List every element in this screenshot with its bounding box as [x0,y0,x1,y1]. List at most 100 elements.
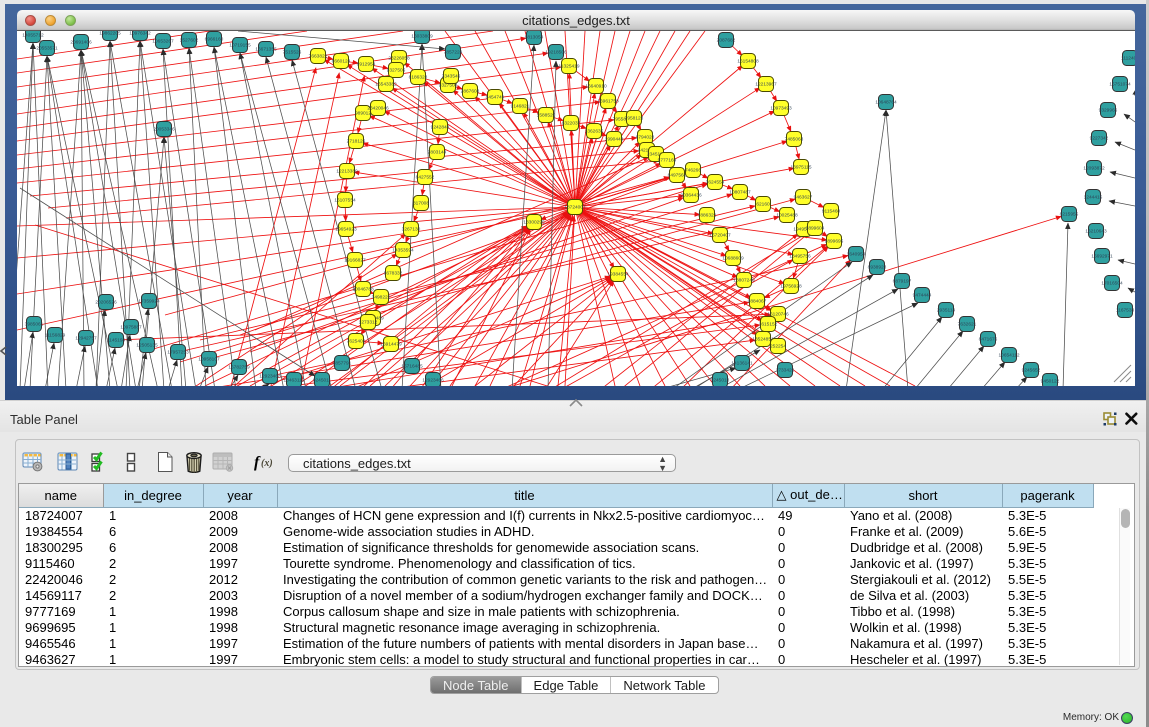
svg-text:10648764: 10648764 [875,100,897,106]
svg-text:2343546: 2343546 [442,74,461,80]
svg-text:3498222: 3498222 [372,295,391,301]
svg-text:16914479: 16914479 [380,342,402,348]
svg-text:12942757: 12942757 [75,336,97,342]
svg-text:17359924: 17359924 [138,299,160,305]
svg-text:16154808: 16154808 [737,59,759,65]
svg-text:746266: 746266 [685,168,701,174]
svg-text:1733426: 1733426 [776,368,795,374]
svg-text:9463627: 9463627 [794,195,813,201]
svg-text:18463112: 18463112 [284,378,305,384]
svg-text:9242848: 9242848 [431,125,450,131]
svg-text:2803144: 2803144 [428,150,447,156]
svg-text:15692971: 15692971 [1091,254,1113,260]
svg-text:9899695: 9899695 [825,239,844,245]
svg-text:8938923: 8938923 [868,265,887,271]
svg-text:1640954: 1640954 [847,252,866,258]
svg-text:8186328: 8186328 [409,75,428,81]
svg-text:7857224: 7857224 [444,50,463,56]
svg-text:23226058: 23226058 [388,56,410,62]
svg-text:16782759: 16782759 [228,365,250,371]
svg-text:7515526: 7515526 [283,50,302,56]
svg-text:62160: 62160 [756,202,770,208]
svg-text:1615152: 1615152 [759,322,778,328]
svg-text:20691406: 20691406 [70,40,92,46]
svg-text:16961758: 16961758 [597,99,619,105]
svg-text:9474444: 9474444 [913,293,932,299]
svg-text:9227342: 9227342 [1090,136,1109,142]
svg-text:16210643: 16210643 [1085,229,1107,235]
svg-text:2935114: 2935114 [937,308,956,314]
svg-text:15716485: 15716485 [401,364,423,370]
svg-text:8912954: 8912954 [357,62,376,68]
svg-text:1244415: 1244415 [1084,195,1103,201]
svg-text:10654112: 10654112 [999,353,1020,359]
svg-text:9899604: 9899604 [806,226,825,232]
svg-text:10973493: 10973493 [770,106,792,112]
svg-text:20553571: 20553571 [36,46,58,52]
svg-text:1588520: 1588520 [537,113,556,119]
svg-text:9115460: 9115460 [822,209,841,215]
svg-text:8454749: 8454749 [486,95,505,101]
svg-text:2718126: 2718126 [347,139,366,145]
svg-text:1990443: 1990443 [605,137,624,143]
svg-text:8215955: 8215955 [1060,212,1079,218]
svg-text:8678332: 8678332 [384,271,403,277]
svg-text:16671355: 16671355 [255,47,277,53]
svg-text:11325419: 11325419 [559,64,580,70]
svg-text:10653267: 10653267 [152,39,174,45]
svg-text:10807487: 10807487 [729,190,751,196]
svg-text:18807249: 18807249 [733,278,755,284]
svg-text:1167533: 1167533 [1116,308,1135,314]
svg-text:9146821: 9146821 [511,104,530,110]
svg-text:3985061: 3985061 [25,322,44,328]
svg-text:6966160: 6966160 [205,37,224,43]
svg-text:12213389: 12213389 [336,169,358,175]
svg-text:7632621: 7632621 [958,322,977,328]
svg-text:8322037: 8322037 [562,121,581,127]
svg-text:12923468: 12923468 [259,374,281,380]
svg-text:1273312: 1273312 [359,320,378,326]
svg-text:18724007: 18724007 [564,205,586,211]
svg-text:19166827: 19166827 [344,258,366,264]
svg-text:10958107: 10958107 [198,357,220,363]
svg-text:10046788: 10046788 [352,287,374,293]
svg-text:9245652: 9245652 [1022,368,1041,374]
svg-text:7958123: 7958123 [625,116,644,122]
svg-text:7663822: 7663822 [309,54,328,60]
svg-text:14136141: 14136141 [731,361,753,367]
svg-text:19654923: 19654923 [335,227,357,233]
svg-text:10719155: 10719155 [229,43,251,49]
svg-text:10025488: 10025488 [776,213,798,219]
svg-text:13975115: 13975115 [791,165,812,171]
svg-text:18300295: 18300295 [523,220,545,226]
svg-text:1362635: 1362635 [585,129,604,135]
svg-text:2087682: 2087682 [717,38,736,44]
svg-text:19862205: 19862205 [99,31,121,37]
svg-text:16107554: 16107554 [334,198,356,204]
svg-text:9245013: 9245013 [711,378,730,384]
svg-text:19756928: 19756928 [780,284,802,290]
svg-text:19384554: 19384554 [607,272,629,278]
svg-text:7625402: 7625402 [347,339,366,345]
svg-text:1112405: 1112405 [1121,56,1135,62]
svg-text:16543382: 16543382 [375,82,397,88]
svg-text:20053346: 20053346 [153,127,175,133]
svg-text:17016504: 17016504 [1101,281,1123,287]
svg-text:20206526: 20206526 [95,300,117,306]
svg-text:16033809: 16033809 [411,34,433,40]
svg-text:12213967: 12213967 [755,82,777,88]
svg-text:12505135: 12505135 [136,343,158,349]
svg-text:817008: 817008 [413,201,429,207]
svg-text:17957253: 17957253 [167,350,189,356]
svg-text:1145194: 1145194 [107,338,126,344]
svg-text:12093872: 12093872 [1083,166,1105,172]
svg-text:1527602: 1527602 [180,38,199,44]
svg-text:3267130: 3267130 [402,227,421,233]
svg-text:11156829: 11156829 [45,333,66,339]
svg-text:(x): (x) [261,458,273,469]
svg-text:9857791: 9857791 [333,361,352,367]
svg-text:252254: 252254 [770,344,786,350]
svg-text:f: f [254,454,261,471]
svg-text:10976342: 10976342 [129,31,151,37]
svg-text:9327505: 9327505 [387,68,406,74]
